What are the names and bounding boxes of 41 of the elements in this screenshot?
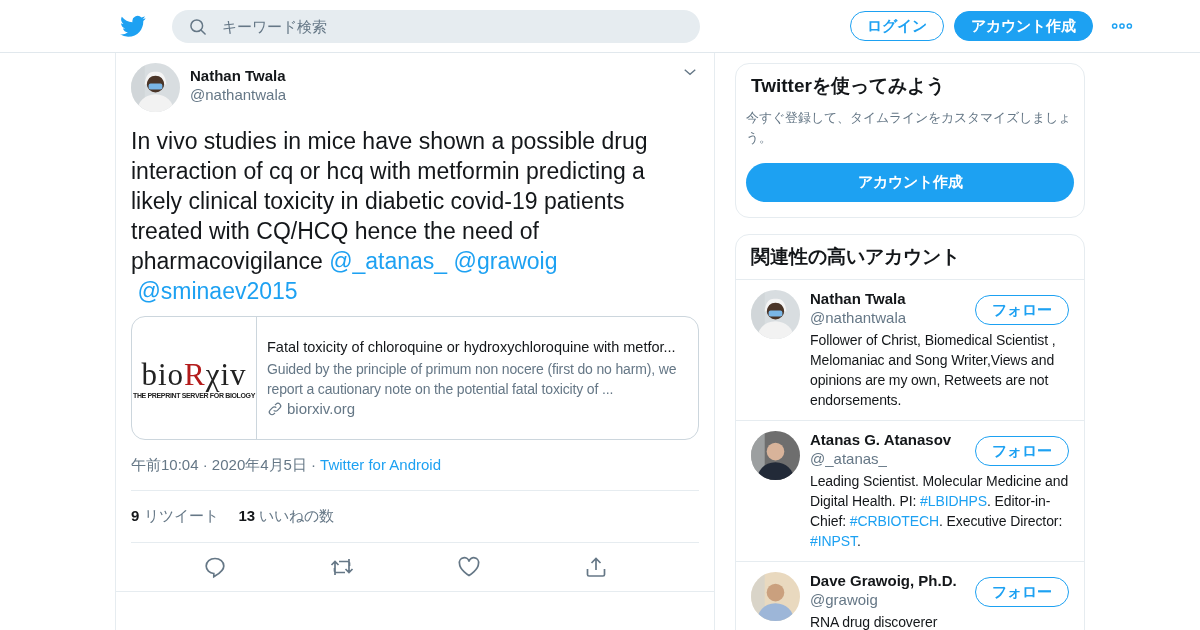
account-handle[interactable]: @nathantwala: [810, 309, 907, 326]
hashtag-link[interactable]: #CRBIOTECH: [849, 513, 939, 529]
card-title: Fatal toxicity of chloroquine or hydroxychloroquine with metfor...: [267, 338, 677, 357]
follow-button[interactable]: フォロー: [975, 577, 1069, 607]
tweet-text: In vivo studies in mice have shown a possible drug interaction of cq or hcq with metformin predicting a likely clinical toxicity in diabetic covid-19 patients treated with CQ/HCQ hence the need of pharmacovigilance @_atanas_ @grawoig @sminaev2015: [131, 127, 649, 306]
card-description: Guided by the principle of primum non nocere (first do no harm), we report a cautionary note on the potential fatal toxicity of ...: [267, 360, 678, 399]
search-icon: [188, 16, 208, 37]
follow-button[interactable]: フォロー: [975, 295, 1069, 325]
bird-icon[interactable]: [120, 13, 146, 39]
card-heading: 関連性の高いアカウント: [736, 235, 1084, 280]
hashtag-link[interactable]: #INPST: [810, 533, 857, 549]
author-handle[interactable]: @nathantwala: [190, 86, 671, 103]
account-bio: Leading Scientist. Molecular Medicine and Digital Health. PI: #LBIDHPS. Editor-in-Chief: #CRBIOTECH. Executive Director: #INPST.: [810, 472, 1069, 551]
heart-icon[interactable]: [456, 555, 481, 579]
mention-link[interactable]: @sminaev2015: [137, 278, 298, 304]
source-link[interactable]: Twitter for Android: [320, 456, 441, 475]
account-bio: RNA drug discoverer: [810, 613, 939, 630]
account-name[interactable]: Nathan Twala: [810, 290, 907, 307]
account-bio: Follower of Christ, Biomedical Scientist , Melomaniac and Song Writer,Views and opinions are my own, Retweets are not endorsements.: [810, 331, 1057, 410]
account-name[interactable]: Dave Grawoig, Ph.D.: [810, 572, 957, 589]
account-name[interactable]: Atanas G. Atanasov: [810, 431, 952, 448]
reply-icon[interactable]: [202, 555, 227, 579]
link-card[interactable]: [131, 316, 699, 440]
author-name[interactable]: Nathan Twala: [190, 67, 671, 84]
login-button[interactable]: ログイン: [850, 11, 944, 41]
account-handle[interactable]: @grawoig: [810, 591, 957, 608]
follow-button[interactable]: フォロー: [975, 436, 1069, 466]
signup-prompt: 今すぐ登録して、タイムラインをカスタマイズしましょう。: [746, 109, 1072, 147]
mention-link[interactable]: @grawoig: [453, 248, 558, 274]
link-icon: [267, 401, 283, 417]
card-domain: biorxiv.org: [287, 399, 356, 419]
account-handle[interactable]: @_atanas_: [810, 450, 952, 467]
search-field[interactable]: キーワード検索: [172, 9, 700, 43]
stat-count[interactable]: 9 リツイート: [131, 507, 219, 526]
signup-button[interactable]: アカウント作成: [746, 163, 1074, 202]
card-heading: Twitterを使ってみよう: [750, 74, 946, 98]
stat-count[interactable]: 13 いいねの数: [238, 507, 335, 526]
hashtag-link[interactable]: #LBIDHPS: [920, 493, 987, 509]
mention-link[interactable]: @_atanas_: [329, 248, 448, 274]
signup-button[interactable]: アカウント作成: [954, 11, 1093, 41]
tweet-timestamp: 午前10:04 · 2020年4月5日 ·: [131, 456, 317, 475]
